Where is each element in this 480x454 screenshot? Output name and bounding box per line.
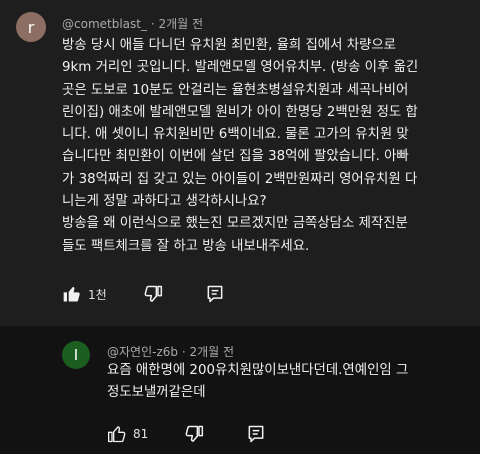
comment-1: r @cometblast_ · 2개월 전 방송 당시 애들 다니던 유치원 … (0, 0, 480, 326)
comment-line: 니다. 애 셋이니 유치원비만 6백이네요. 물론 고가의 유치원 맞 (62, 127, 409, 143)
thumbs-down-icon[interactable] (184, 424, 204, 444)
comment-text: 방송 당시 애들 다니던 유치원 최민환, 율희 집에서 차량으로 9km 거리… (62, 35, 468, 258)
comment-meta: @자연인-z6b · 2개월 전 (107, 343, 234, 360)
comment-line: 정도보낼꺼같은데 (107, 385, 206, 401)
reply-icon[interactable] (246, 424, 266, 444)
thumbs-up-icon (63, 286, 80, 302)
comment-line: 가 38억짜리 집 갖고 있는 아이들이 2백만원짜리 영어유치원 다 (62, 171, 418, 187)
comment-actions: 1천 (62, 284, 225, 304)
like-count: 81 (133, 427, 149, 441)
comment-line: 들도 팩트체크를 잘 하고 방송 내보내주세요. (62, 238, 310, 254)
reply-icon[interactable] (205, 284, 225, 304)
author-name[interactable]: @cometblast_ (62, 17, 147, 31)
comment-line: 9km 거리인 곳입니다. 발레앤모델 영어유치부. (방송 이후 옮긴 (62, 60, 419, 76)
like-button[interactable]: 81 (107, 424, 148, 444)
comment-time: 2개월 전 (158, 17, 204, 31)
comment-meta: @cometblast_ · 2개월 전 (62, 15, 203, 32)
comment-line: 니는게 정말 과하다고 생각하시나요? (62, 194, 267, 210)
comment-line: 방송 당시 애들 다니던 유치원 최민환, 율희 집에서 차량으로 (62, 38, 396, 53)
comment-actions: 81 (107, 424, 266, 444)
avatar[interactable]: r (16, 12, 46, 42)
author-name[interactable]: @자연인-z6b (107, 345, 178, 359)
comment-text: 요즘 애한명에 200유치원많이보낸다던데.연예인임 그 정도보낼꺼같은데 (107, 360, 467, 405)
thumbs-down-icon[interactable] (143, 284, 163, 304)
like-button[interactable]: 1천 (62, 284, 107, 304)
avatar[interactable]: I (62, 341, 90, 369)
thumbs-up-icon (108, 426, 126, 443)
meta-separator: · (150, 17, 155, 31)
meta-separator: · (181, 345, 186, 359)
comment-line: 곳은 도보로 10분도 안걸리는 율현초병설유치원과 세곡나비어 (62, 82, 409, 98)
comment-line: 린이집) 애초에 발레앤모델 원비가 아이 한명당 2백만원 정도 합 (62, 104, 418, 120)
comment-time: 2개월 전 (189, 345, 235, 359)
comment-line: 방송을 왜 이런식으로 했는진 모르겠지만 금쪽상담소 제작진분 (62, 216, 408, 232)
comment-line: 요즘 애한명에 200유치원많이보낸다던데.연예인임 그 (107, 363, 409, 378)
like-count: 1천 (88, 287, 107, 302)
comment-line: 습니다만 최민환이 이번에 살던 집을 38억에 팔았습니다. 아빠 (62, 149, 409, 165)
